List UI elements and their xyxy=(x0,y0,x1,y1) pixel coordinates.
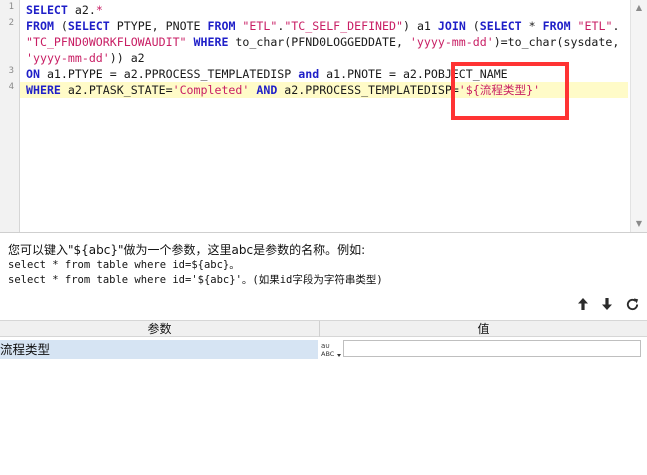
column-header-parameter[interactable]: 参数 xyxy=(0,321,320,337)
sql-keyword: SELECT xyxy=(479,19,522,33)
sql-keyword: WHERE xyxy=(26,83,61,97)
table-header: 参数 值 xyxy=(0,320,647,337)
sql-dataset-dialog: 1 2 3 4 SELECT a2.* FROM (SELECT PTYPE, P… xyxy=(0,0,647,475)
code-line[interactable]: "TC_PFND0WORKFLOWAUDIT" WHERE to_char(PF… xyxy=(20,34,628,50)
help-example-line: select * from table where id='${abc}'。(如… xyxy=(8,274,383,286)
code-line[interactable]: 'yyyy-mm-dd')) a2 xyxy=(20,50,628,66)
parameter-name-cell[interactable]: 流程类型 xyxy=(0,340,318,359)
parameter-table: 参数 值 流程类型 a ∪ ABC xyxy=(0,320,647,475)
sql-text: ) a1 xyxy=(402,19,438,33)
sql-text: a2. xyxy=(67,3,96,17)
sql-string-literal: "TC_SELF_DEFINED" xyxy=(284,19,403,33)
sql-keyword: and xyxy=(298,67,320,81)
refresh-button[interactable] xyxy=(622,294,642,314)
code-line[interactable]: WHERE a2.PTASK_STATE='Completed' AND a2.… xyxy=(20,82,628,98)
move-down-button[interactable] xyxy=(597,294,617,314)
sql-keyword: FROM xyxy=(26,19,54,33)
arrow-down-icon xyxy=(602,298,612,310)
sql-text: . xyxy=(612,19,620,33)
sql-text: * xyxy=(521,19,543,33)
scroll-down-icon[interactable]: ▼ xyxy=(631,216,647,232)
line-number: 4 xyxy=(8,82,14,92)
line-number: 1 xyxy=(8,2,14,12)
line-number: 3 xyxy=(8,66,14,76)
help-line: 您可以键入"${abc}"做为一个参数，这里abc是参数的名称。例如: xyxy=(8,243,366,257)
sql-text: a2.PPROCESS_TEMPLATEDISP= xyxy=(277,83,459,97)
line-number-gutter: 1 2 3 4 xyxy=(0,0,20,232)
sql-text: to_char(PFND0LOGGEDDATE, xyxy=(228,35,410,49)
code-line[interactable]: SELECT a2.* xyxy=(20,2,628,18)
help-example-line: select * from table where id=${abc}。 xyxy=(8,259,240,271)
sql-string-literal: 'Completed' xyxy=(172,83,250,97)
sql-text: ( xyxy=(53,19,68,33)
sql-keyword: SELECT xyxy=(67,19,110,33)
sql-keyword: JOIN xyxy=(437,19,466,33)
sql-text: a1.PNOTE = a2.POBJECT_NAME xyxy=(319,67,508,81)
sql-string-literal: 'yyyy-mm-dd' xyxy=(409,35,494,49)
sql-string-literal: 'yyyy-mm-dd' xyxy=(26,51,110,65)
vertical-scrollbar[interactable]: ▲ ▼ xyxy=(630,0,647,232)
sql-keyword: ON xyxy=(26,67,40,81)
refresh-icon xyxy=(626,297,638,310)
sql-string-literal: '${流程类型}' xyxy=(458,83,541,97)
sql-keyword: SELECT xyxy=(26,3,68,17)
sql-text: )) a2 xyxy=(109,51,145,65)
parameter-help-text: 您可以键入"${abc}"做为一个参数，这里abc是参数的名称。例如: sele… xyxy=(8,242,638,288)
sql-keyword: WHERE xyxy=(193,35,229,49)
abc-string-type-icon[interactable]: a ∪ ABC xyxy=(320,340,342,359)
column-header-value[interactable]: 值 xyxy=(320,321,647,337)
table-row[interactable]: 流程类型 a ∪ ABC xyxy=(0,340,647,360)
move-up-button[interactable] xyxy=(573,294,593,314)
code-line[interactable]: FROM (SELECT PTYPE, PNOTE FROM "ETL"."TC… xyxy=(20,18,628,34)
sql-text: )=to_char(sysdate, xyxy=(493,35,620,49)
arrow-up-icon xyxy=(578,298,588,310)
line-number: 2 xyxy=(8,18,14,28)
sql-keyword: AND xyxy=(256,83,278,97)
sql-string-literal: "ETL" xyxy=(242,19,278,33)
sql-text: a2.PTASK_STATE= xyxy=(60,83,173,97)
svg-text:ABC: ABC xyxy=(321,350,335,358)
sql-keyword: FROM xyxy=(207,19,236,33)
sql-keyword: FROM xyxy=(542,19,571,33)
svg-text:∪: ∪ xyxy=(325,342,330,350)
sql-text: a1.PTYPE = a2.PPROCESS_TEMPLATEDISP xyxy=(39,67,299,81)
sql-string-literal: "ETL" xyxy=(577,19,613,33)
parameter-value-input[interactable] xyxy=(343,340,641,357)
sql-text: ( xyxy=(465,19,480,33)
code-line[interactable]: ON a1.PTYPE = a2.PPROCESS_TEMPLATEDISP a… xyxy=(20,66,628,82)
sql-string-literal: * xyxy=(95,3,103,17)
code-area[interactable]: SELECT a2.* FROM (SELECT PTYPE, PNOTE FRO… xyxy=(20,0,628,232)
sql-editor[interactable]: 1 2 3 4 SELECT a2.* FROM (SELECT PTYPE, P… xyxy=(0,0,647,233)
sql-text: PTYPE, PNOTE xyxy=(109,19,208,33)
scroll-up-icon[interactable]: ▲ xyxy=(631,0,647,16)
sql-string-literal: "TC_PFND0WORKFLOWAUDIT" xyxy=(26,35,187,49)
